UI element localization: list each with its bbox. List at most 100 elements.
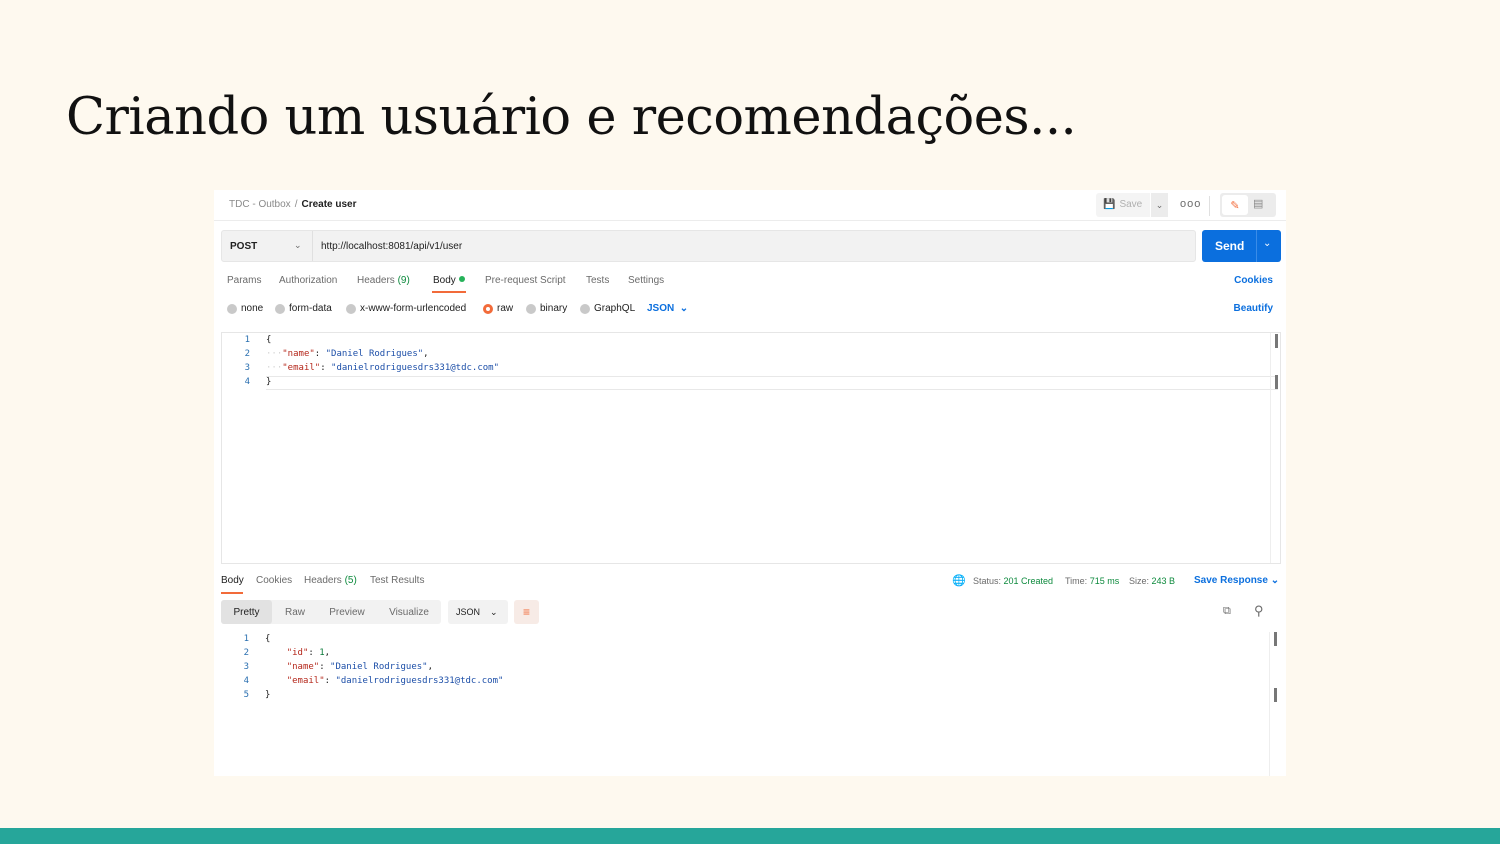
scrollbar-thumb-end[interactable] bbox=[1274, 688, 1277, 702]
radio-binary-label: binary bbox=[540, 303, 568, 314]
response-scrollbar[interactable] bbox=[1269, 632, 1283, 776]
scrollbar-thumb[interactable] bbox=[1275, 334, 1278, 348]
line-number: 2 bbox=[243, 648, 249, 658]
response-status: Status: 201 Created bbox=[973, 576, 1053, 586]
indent-guide: ··· bbox=[266, 363, 283, 373]
cookies-link[interactable]: Cookies bbox=[1234, 275, 1273, 286]
edit-pencil-icon[interactable]: ✎ bbox=[1222, 195, 1248, 215]
wrap-lines-icon[interactable]: ≡ bbox=[514, 600, 539, 624]
chevron-down-icon: ⌄ bbox=[294, 240, 302, 250]
line-number: 3 bbox=[244, 363, 250, 373]
code-line: 2 "id": 1, bbox=[221, 646, 1281, 660]
save-response-label: Save Response bbox=[1194, 575, 1268, 586]
radio-urlencoded-label: x-www-form-urlencoded bbox=[360, 303, 467, 314]
tab-authorization[interactable]: Authorization bbox=[279, 275, 337, 286]
line-number: 2 bbox=[244, 349, 250, 359]
scrollbar-thumb[interactable] bbox=[1274, 632, 1277, 646]
response-format-select[interactable]: JSON ⌄ bbox=[448, 600, 508, 624]
radio-circle bbox=[227, 303, 237, 314]
time-label: Time: bbox=[1065, 576, 1088, 586]
radio-form-data[interactable]: form-data bbox=[275, 303, 332, 314]
code-text: "name": "Daniel Rodrigues", bbox=[286, 662, 434, 672]
url-input[interactable]: http://localhost:8081/api/v1/user bbox=[321, 241, 462, 252]
response-tab-headers[interactable]: Headers (5) bbox=[304, 575, 357, 586]
radio-raw[interactable]: raw bbox=[483, 303, 513, 314]
send-dropdown-chevron-icon[interactable]: ⌄ bbox=[1263, 238, 1271, 249]
json-key: "name" bbox=[286, 662, 320, 672]
request-header-bar: TDC - Outbox / Create user 💾 Save ⌄ ooo ✎ … bbox=[214, 190, 1286, 221]
view-preview[interactable]: Preview bbox=[320, 600, 374, 624]
response-tab-body[interactable]: Body bbox=[221, 575, 244, 586]
radio-binary[interactable]: binary bbox=[526, 303, 567, 314]
response-format-label: JSON bbox=[456, 607, 481, 617]
send-button[interactable]: Send ⌄ bbox=[1202, 230, 1281, 262]
code-text: "id": 1, bbox=[286, 648, 331, 658]
editor-scrollbar[interactable] bbox=[1270, 333, 1284, 563]
radio-circle-selected bbox=[483, 303, 493, 314]
postman-window: TDC - Outbox / Create user 💾 Save ⌄ ooo ✎ … bbox=[214, 190, 1286, 776]
line-number: 5 bbox=[243, 690, 249, 700]
url-bar: POST ⌄ http://localhost:8081/api/v1/user bbox=[221, 230, 1196, 262]
code-line: 2 ···"name": "Daniel Rodrigues", bbox=[222, 347, 1280, 361]
breadcrumb-separator: / bbox=[294, 199, 298, 210]
response-body-viewer[interactable]: 1 { 2 "id": 1, 3 "name": "Daniel Rodrigu… bbox=[221, 632, 1281, 776]
code-text: { bbox=[266, 335, 271, 345]
code-line: 3 ···"email": "danielrodriguesdrs331@tdc… bbox=[222, 361, 1280, 375]
response-tab-test-results[interactable]: Test Results bbox=[370, 575, 424, 586]
send-label: Send bbox=[1215, 239, 1245, 253]
code-line: 1 { bbox=[221, 632, 1281, 646]
more-options-icon[interactable]: ooo bbox=[1180, 198, 1201, 210]
save-button[interactable]: 💾 Save bbox=[1103, 199, 1142, 210]
size-label: Size: bbox=[1129, 576, 1150, 586]
tab-tests[interactable]: Tests bbox=[586, 275, 609, 286]
code-text: } bbox=[266, 377, 271, 387]
tab-params[interactable]: Params bbox=[227, 275, 261, 286]
save-label: Save bbox=[1119, 199, 1143, 210]
response-tab-headers-label: Headers bbox=[304, 575, 342, 586]
breadcrumb-request-name[interactable]: Create user bbox=[301, 199, 356, 210]
view-raw[interactable]: Raw bbox=[276, 600, 314, 624]
line-number: 1 bbox=[243, 634, 249, 644]
save-button-group: 💾 Save ⌄ bbox=[1096, 193, 1168, 217]
tab-headers[interactable]: Headers (9) bbox=[357, 275, 410, 286]
breadcrumb-collection[interactable]: TDC - Outbox bbox=[229, 199, 291, 210]
radio-none[interactable]: none bbox=[227, 303, 263, 314]
tab-settings[interactable]: Settings bbox=[628, 275, 664, 286]
response-tab-cookies[interactable]: Cookies bbox=[256, 575, 292, 586]
save-dropdown-chevron-icon[interactable]: ⌄ bbox=[1150, 193, 1168, 217]
tab-body[interactable]: Body bbox=[433, 275, 465, 286]
code-text: "email": "danielrodriguesdrs331@tdc.com" bbox=[286, 676, 504, 686]
footer-accent-bar bbox=[0, 828, 1500, 844]
json-string: "Daniel Rodrigues" bbox=[325, 349, 424, 359]
body-format-select[interactable]: JSON ⌄ bbox=[647, 303, 688, 314]
view-visualize[interactable]: Visualize bbox=[380, 600, 438, 624]
globe-icon[interactable]: 🌐 bbox=[952, 574, 966, 587]
documentation-icon[interactable]: ▤ bbox=[1253, 197, 1263, 210]
active-tab-underline bbox=[432, 291, 466, 293]
method-select[interactable]: POST ⌄ bbox=[222, 231, 313, 261]
copy-icon[interactable]: ⧉ bbox=[1223, 605, 1231, 618]
radio-circle bbox=[275, 303, 285, 314]
open-brace: { bbox=[265, 634, 271, 644]
tab-prerequest-script[interactable]: Pre-request Script bbox=[485, 275, 566, 286]
divider bbox=[1209, 196, 1210, 216]
code-text: { bbox=[265, 634, 270, 644]
method-label: POST bbox=[230, 241, 258, 252]
search-icon[interactable]: ⚲ bbox=[1254, 603, 1264, 619]
radio-circle bbox=[526, 303, 536, 314]
tab-headers-count: (9) bbox=[397, 275, 410, 286]
json-key: "id" bbox=[286, 648, 309, 658]
radio-circle bbox=[346, 303, 356, 314]
response-size: Size: 243 B bbox=[1129, 576, 1175, 586]
request-body-editor[interactable]: 1 { 2 ···"name": "Daniel Rodrigues", 3 ·… bbox=[221, 332, 1281, 564]
view-pretty[interactable]: Pretty bbox=[221, 600, 272, 624]
text-cursor-marker bbox=[1275, 375, 1278, 389]
radio-graphql[interactable]: GraphQL bbox=[580, 303, 635, 314]
chevron-down-icon: ⌄ bbox=[490, 606, 498, 617]
radio-urlencoded[interactable]: x-www-form-urlencoded bbox=[346, 303, 466, 314]
json-string: "danielrodriguesdrs331@tdc.com" bbox=[331, 363, 500, 373]
code-text: } bbox=[265, 690, 270, 700]
save-response-button[interactable]: Save Response ⌄ bbox=[1194, 575, 1279, 586]
beautify-link[interactable]: Beautify bbox=[1234, 303, 1273, 314]
code-text: ···"email": "danielrodriguesdrs331@tdc.c… bbox=[266, 363, 500, 373]
